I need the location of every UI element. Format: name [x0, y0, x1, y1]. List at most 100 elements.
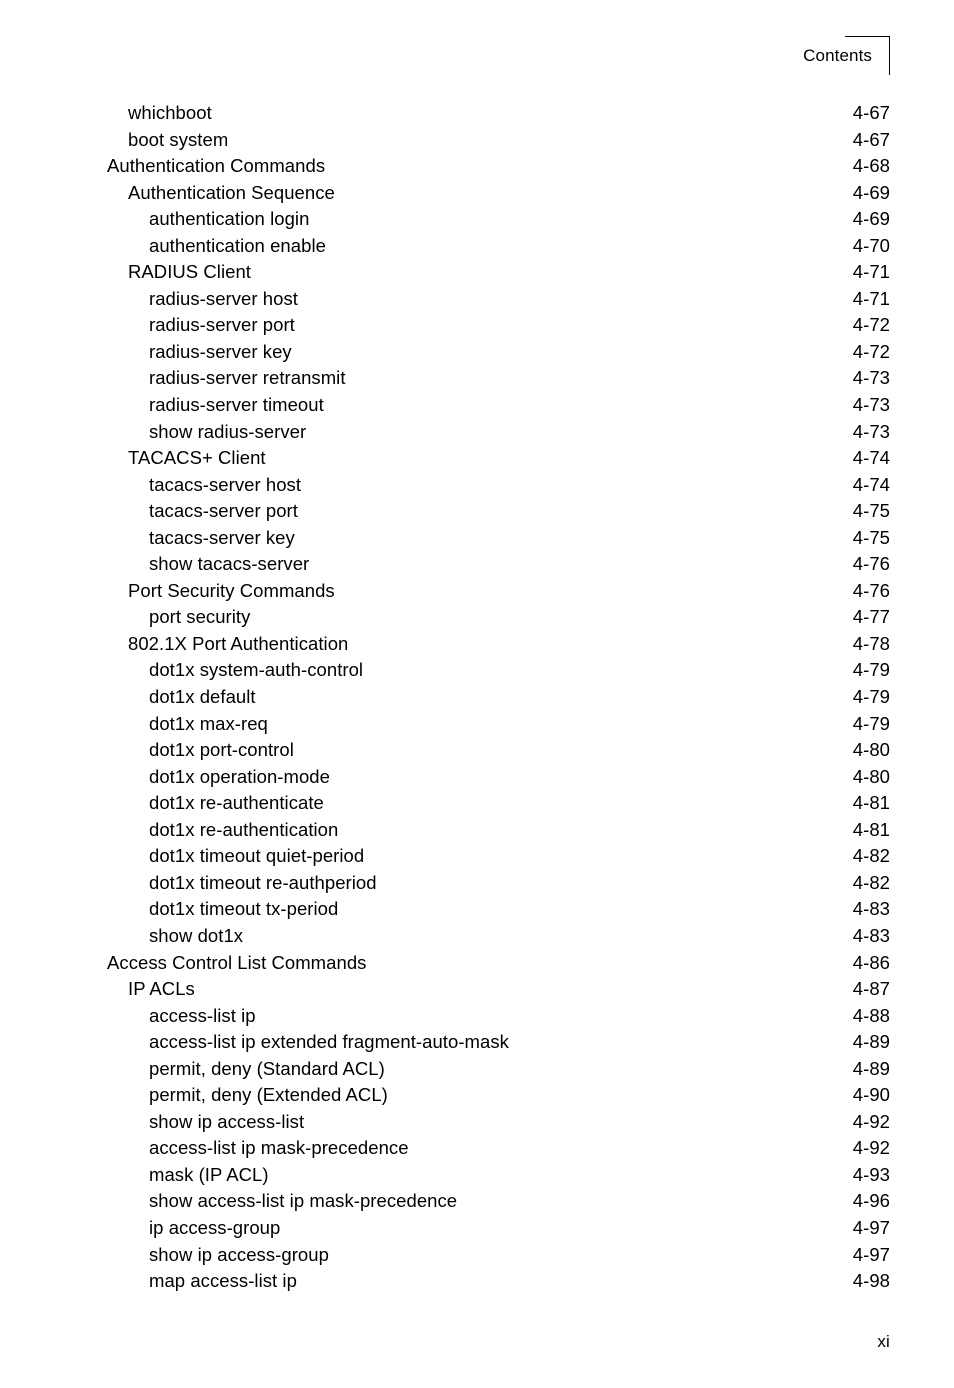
toc-entry-page-number: 4-80 — [852, 739, 890, 761]
toc-entry-title: IP ACLs — [128, 978, 195, 1000]
toc-entry[interactable]: mask (IP ACL) 4-93 — [107, 1162, 890, 1189]
toc-entry[interactable]: show ip access-group 4-97 — [107, 1242, 890, 1269]
toc-entry[interactable]: authentication login 4-69 — [107, 206, 890, 233]
toc-entry-title: dot1x timeout quiet-period — [149, 845, 365, 867]
toc-entry-page-number: 4-87 — [852, 978, 890, 1000]
toc-entry-title: RADIUS Client — [128, 261, 251, 283]
toc-entry[interactable]: Authentication Commands 4-68 — [107, 153, 890, 180]
toc-entry-page-number: 4-76 — [852, 579, 890, 601]
toc-entry[interactable]: dot1x port-control 4-80 — [107, 737, 890, 764]
toc-entry-title: permit, deny (Standard ACL) — [149, 1057, 385, 1079]
toc-entry-page-number: 4-96 — [852, 1190, 890, 1212]
document-page: Contents whichboot 4-67 boot system 4-67 Aut… — [0, 0, 954, 1388]
toc-entry[interactable]: tacacs-server host 4-74 — [107, 472, 890, 499]
toc-entry[interactable]: IP ACLs 4-87 — [107, 976, 890, 1003]
toc-entry-title: show ip access-group — [149, 1243, 329, 1265]
toc-entry[interactable]: tacacs-server key 4-75 — [107, 525, 890, 552]
header-title: Contents — [803, 46, 872, 65]
toc-entry-title: radius-server port — [149, 314, 295, 336]
toc-entry[interactable]: TACACS+ Client 4-74 — [107, 445, 890, 472]
toc-entry[interactable]: show access-list ip mask-precedence 4-96 — [107, 1188, 890, 1215]
toc-entry[interactable]: ip access-group 4-97 — [107, 1215, 890, 1242]
toc-entry-page-number: 4-72 — [852, 314, 890, 336]
toc-entry[interactable]: dot1x timeout quiet-period 4-82 — [107, 843, 890, 870]
toc-entry-title: show access-list ip mask-precedence — [149, 1190, 458, 1212]
toc-entry[interactable]: RADIUS Client 4-71 — [107, 259, 890, 286]
toc-entry[interactable]: Port Security Commands 4-76 — [107, 578, 890, 605]
toc-entry-page-number: 4-79 — [852, 712, 890, 734]
toc-entry-title: access-list ip mask-precedence — [149, 1137, 409, 1159]
toc-entry-title: authentication login — [149, 208, 310, 230]
toc-entry[interactable]: show radius-server 4-73 — [107, 419, 890, 446]
toc-entry-page-number: 4-69 — [852, 181, 890, 203]
toc-entry[interactable]: authentication enable 4-70 — [107, 233, 890, 260]
toc-entry[interactable]: radius-server timeout 4-73 — [107, 392, 890, 419]
toc-entry-page-number: 4-98 — [852, 1270, 890, 1292]
toc-entry-title: show radius-server — [149, 420, 307, 442]
toc-entry-page-number: 4-77 — [852, 606, 890, 628]
toc-entry[interactable]: dot1x timeout tx-period 4-83 — [107, 896, 890, 923]
toc-entry-page-number: 4-90 — [852, 1084, 890, 1106]
toc-entry[interactable]: access-list ip mask-precedence 4-92 — [107, 1135, 890, 1162]
toc-entry[interactable]: boot system 4-67 — [107, 127, 890, 154]
toc-entry[interactable]: access-list ip extended fragment-auto-ma… — [107, 1029, 890, 1056]
toc-entry[interactable]: tacacs-server port 4-75 — [107, 498, 890, 525]
toc-entry[interactable]: dot1x re-authentication 4-81 — [107, 817, 890, 844]
toc-entry-title: dot1x default — [149, 686, 256, 708]
toc-entry-page-number: 4-83 — [852, 924, 890, 946]
toc-entry-page-number: 4-97 — [852, 1243, 890, 1265]
toc-entry[interactable]: radius-server key 4-72 — [107, 339, 890, 366]
toc-entry-page-number: 4-88 — [852, 1004, 890, 1026]
toc-entry[interactable]: dot1x operation-mode 4-80 — [107, 764, 890, 791]
toc-entry-page-number: 4-76 — [852, 553, 890, 575]
toc-entry-page-number: 4-75 — [852, 500, 890, 522]
toc-entry[interactable]: permit, deny (Standard ACL) 4-89 — [107, 1056, 890, 1083]
toc-entry[interactable]: permit, deny (Extended ACL) 4-90 — [107, 1082, 890, 1109]
toc-entry[interactable]: radius-server host 4-71 — [107, 286, 890, 313]
running-header: Contents — [803, 36, 890, 76]
toc-entry-title: whichboot — [128, 102, 212, 123]
toc-entry[interactable]: dot1x timeout re-authperiod 4-82 — [107, 870, 890, 897]
toc-entry-title: map access-list ip — [149, 1270, 297, 1292]
toc-entry[interactable]: show ip access-list 4-92 — [107, 1109, 890, 1136]
toc-entry-page-number: 4-86 — [852, 951, 890, 973]
toc-entry[interactable]: access-list ip 4-88 — [107, 1003, 890, 1030]
toc-entry-title: radius-server key — [149, 340, 292, 362]
toc-entry[interactable]: 802.1X Port Authentication 4-78 — [107, 631, 890, 658]
toc-entry[interactable]: show tacacs-server 4-76 — [107, 551, 890, 578]
toc-entry-title: boot system — [128, 128, 229, 150]
toc-entry-title: dot1x max-req — [149, 712, 268, 734]
toc-entry-title: TACACS+ Client — [128, 447, 266, 469]
toc-entry-title: tacacs-server host — [149, 473, 302, 495]
toc-entry-page-number: 4-75 — [852, 526, 890, 548]
toc-entry[interactable]: dot1x max-req 4-79 — [107, 711, 890, 738]
toc-entry-title: show dot1x — [149, 924, 244, 946]
toc-entry[interactable]: dot1x re-authenticate 4-81 — [107, 790, 890, 817]
toc-entry-title: port security — [149, 606, 251, 628]
toc-entry[interactable]: show dot1x 4-83 — [107, 923, 890, 950]
toc-entry-title: dot1x timeout re-authperiod — [149, 871, 377, 893]
toc-entry[interactable]: whichboot 4-67 — [107, 100, 890, 127]
toc-entry[interactable]: dot1x system-auth-control 4-79 — [107, 657, 890, 684]
toc-entry-page-number: 4-73 — [852, 394, 890, 416]
toc-entry-page-number: 4-83 — [852, 898, 890, 920]
toc-entry-page-number: 4-78 — [852, 632, 890, 654]
toc-entry[interactable]: radius-server port 4-72 — [107, 312, 890, 339]
toc-entry-page-number: 4-72 — [852, 340, 890, 362]
toc-entry-title: authentication enable — [149, 234, 326, 256]
toc-entry-page-number: 4-79 — [852, 659, 890, 681]
toc-entry[interactable]: Access Control List Commands 4-86 — [107, 950, 890, 977]
toc-entry[interactable]: Authentication Sequence 4-69 — [107, 180, 890, 207]
toc-entry-title: tacacs-server key — [149, 526, 295, 548]
toc-entry[interactable]: map access-list ip 4-98 — [107, 1268, 890, 1295]
toc-entry-page-number: 4-68 — [852, 155, 890, 177]
toc-entry-page-number: 4-74 — [852, 473, 890, 495]
toc-entry-title: show tacacs-server — [149, 553, 310, 575]
toc-entry-title: access-list ip — [149, 1004, 256, 1026]
toc-entry[interactable]: dot1x default 4-79 — [107, 684, 890, 711]
toc-entry-page-number: 4-82 — [852, 871, 890, 893]
page-footer: xi — [0, 1332, 890, 1352]
toc-entry[interactable]: radius-server retransmit 4-73 — [107, 365, 890, 392]
toc-entry-page-number: 4-92 — [852, 1137, 890, 1159]
toc-entry[interactable]: port security 4-77 — [107, 604, 890, 631]
